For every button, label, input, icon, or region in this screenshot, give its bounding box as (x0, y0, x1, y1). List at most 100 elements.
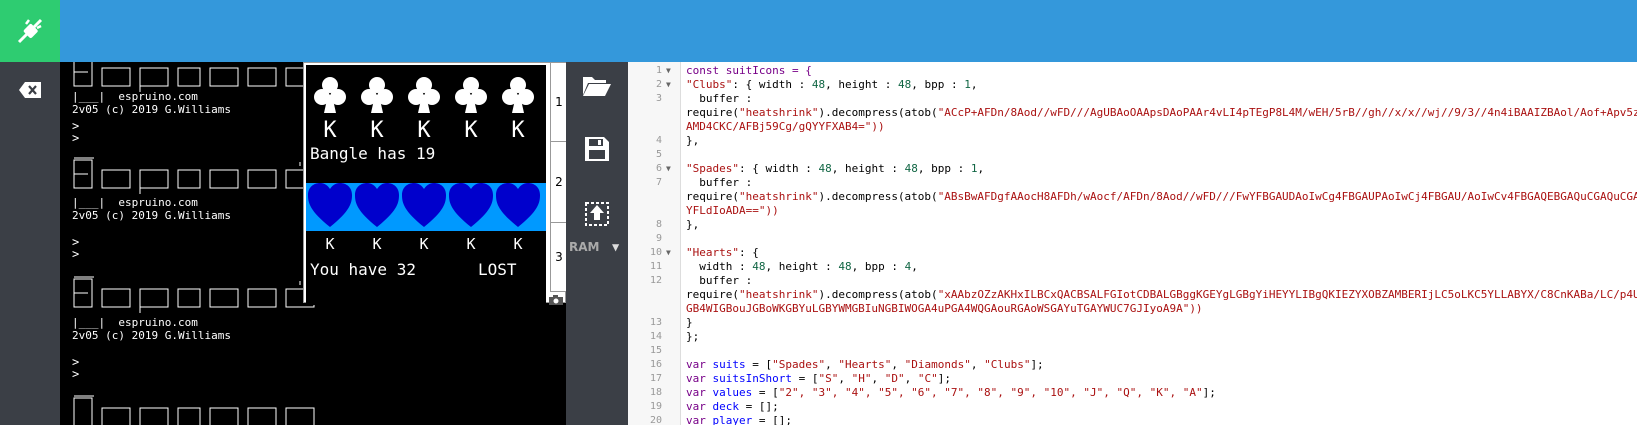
line-number: 14 (649, 331, 662, 342)
backspace-icon (19, 82, 41, 98)
open-folder-icon (583, 77, 611, 96)
bottom-rank: K (513, 235, 522, 253)
banner-site: |___| espruino.com (72, 196, 198, 209)
emulator-display: K K K K K Bangle has 19 K K K K K You ha… (306, 77, 546, 279)
code-line: }, (686, 218, 700, 231)
line-number: 16 (649, 359, 662, 370)
club-suit-icon (502, 77, 534, 113)
code-line: const suitIcons = { (686, 64, 812, 77)
prompt: > (72, 131, 80, 145)
line-number: 3 (655, 93, 662, 104)
ram-target-label[interactable]: RAM (569, 240, 599, 254)
open-file-button[interactable] (566, 74, 628, 98)
top-rank: K (511, 118, 525, 143)
line-number: 20 (649, 415, 662, 426)
save-file-button[interactable] (566, 137, 628, 161)
line-number: 2 (655, 79, 662, 90)
top-rank: K (464, 118, 478, 143)
prompt: > (72, 247, 80, 261)
code-line: } (686, 316, 693, 329)
code-line: buffer : (686, 274, 753, 287)
line-number: 4 (655, 135, 662, 146)
line-number: 13 (649, 317, 662, 328)
upload-icon (585, 202, 609, 226)
clear-terminal-button[interactable] (0, 62, 60, 118)
banner-version: 2v05 (c) 2019 G.Williams (72, 209, 231, 222)
code-line: var suits = ["Spades", "Hearts", "Diamon… (686, 358, 1044, 371)
fold-toggle-icon[interactable]: ▼ (666, 246, 671, 260)
line-number: 1 (655, 65, 662, 76)
line-number: 17 (649, 373, 662, 384)
line-number: 19 (649, 401, 662, 412)
line-number: 9 (655, 233, 662, 244)
fold-toggle-icon[interactable]: ▼ (666, 162, 671, 176)
bottom-rank: K (466, 235, 475, 253)
code-line: var deck = []; (686, 400, 779, 413)
fold-toggle-icon[interactable]: ▼ (666, 64, 671, 78)
emulator-screen[interactable]: K K K K K Bangle has 19 K K K K K You ha… (306, 65, 546, 305)
code-line: "Clubs": { width : 48, height : 48, bpp … (686, 78, 978, 91)
camera-icon (549, 295, 563, 305)
bangle-score-text: Bangle has 19 (310, 144, 435, 163)
line-number: 11 (649, 261, 662, 272)
bottom-rank: K (372, 235, 381, 253)
editor-gutter: 1 ▼ 2 ▼ 3 4 5 6 ▼ 7 8 9 10 ▼ 11 12 13 14 15 … (628, 62, 681, 426)
code-line: require("heatshrink").decompress(atob("A… (686, 190, 1637, 203)
bottom-rank: K (419, 235, 428, 253)
game-status-text: LOST (478, 260, 517, 279)
line-number: 15 (649, 345, 662, 356)
save-icon (585, 137, 609, 161)
bangle-emulator: K K K K K Bangle has 19 K K K K K You ha… (303, 62, 567, 305)
fold-toggle-icon[interactable]: ▼ (666, 78, 671, 92)
top-toolbar (0, 0, 1637, 62)
code-line: buffer : (686, 92, 753, 105)
line-number: 10 (649, 247, 662, 258)
espruino-logo-art (73, 62, 315, 92)
banner-site: |___| espruino.com (72, 90, 198, 103)
bottom-rank: K (325, 235, 334, 253)
banner-version: 2v05 (c) 2019 G.Williams (72, 103, 231, 116)
banner-version: 2v05 (c) 2019 G.Williams (72, 329, 231, 342)
emulator-button-3[interactable]: 3 (550, 223, 567, 292)
screenshot-button[interactable] (549, 290, 563, 309)
connect-button[interactable] (0, 0, 60, 62)
ram-dropdown-arrow[interactable]: ▼ (612, 240, 619, 254)
emulator-button-1[interactable]: 1 (550, 63, 567, 142)
top-rank: K (417, 118, 431, 143)
code-line: YFLdIoADA==")) (686, 204, 779, 217)
line-number: 6 (655, 163, 662, 174)
line-number: 12 (649, 275, 662, 286)
club-suit-icon (314, 77, 346, 113)
code-line: var values = ["2", "3", "4", "5", "6", "… (686, 386, 1216, 399)
player-score-text: You have 32 (310, 260, 416, 279)
code-line: buffer : (686, 176, 753, 189)
line-number: 8 (655, 219, 662, 230)
plug-disconnected-icon (17, 18, 43, 44)
line-number: 7 (655, 177, 662, 188)
code-line: var player = []; (686, 414, 792, 425)
emulator-button-2[interactable]: 2 (550, 142, 567, 223)
prompt: > (72, 367, 80, 381)
code-line: require("heatshrink").decompress(atob("A… (686, 106, 1637, 119)
club-suit-icon (408, 77, 440, 113)
code-line: var suitsInShort = ["S", "H", "D", "C"]; (686, 372, 951, 385)
club-suit-icon (361, 77, 393, 113)
code-line: }; (686, 330, 700, 343)
code-line: AMD4CKC/AFBj59Cg/gQYYFXAB4=")) (686, 120, 885, 133)
espruino-logo-art (73, 395, 315, 425)
espruino-logo-art (73, 157, 315, 194)
line-number: 18 (649, 387, 662, 398)
code-line: require("heatshrink").decompress(atob("x… (686, 288, 1637, 301)
code-line: "Hearts": { (686, 246, 759, 259)
club-suit-icon (455, 77, 487, 113)
code-line: }, (686, 134, 700, 147)
top-rank: K (323, 118, 337, 143)
banner-site: |___| espruino.com (72, 316, 198, 329)
espruino-logo-art (73, 276, 315, 313)
line-number: 5 (655, 149, 662, 160)
send-to-device-button[interactable] (566, 200, 628, 226)
code-line: width : 48, height : 48, bpp : 4, (686, 260, 918, 273)
code-editor[interactable]: const suitIcons = { "Clubs": { width : 4… (686, 62, 1637, 425)
top-rank: K (370, 118, 384, 143)
code-line: GB4WIGBouJGBoWKGBYuLGBYWMGBIuNGBIWOGA4uP… (686, 302, 1203, 315)
